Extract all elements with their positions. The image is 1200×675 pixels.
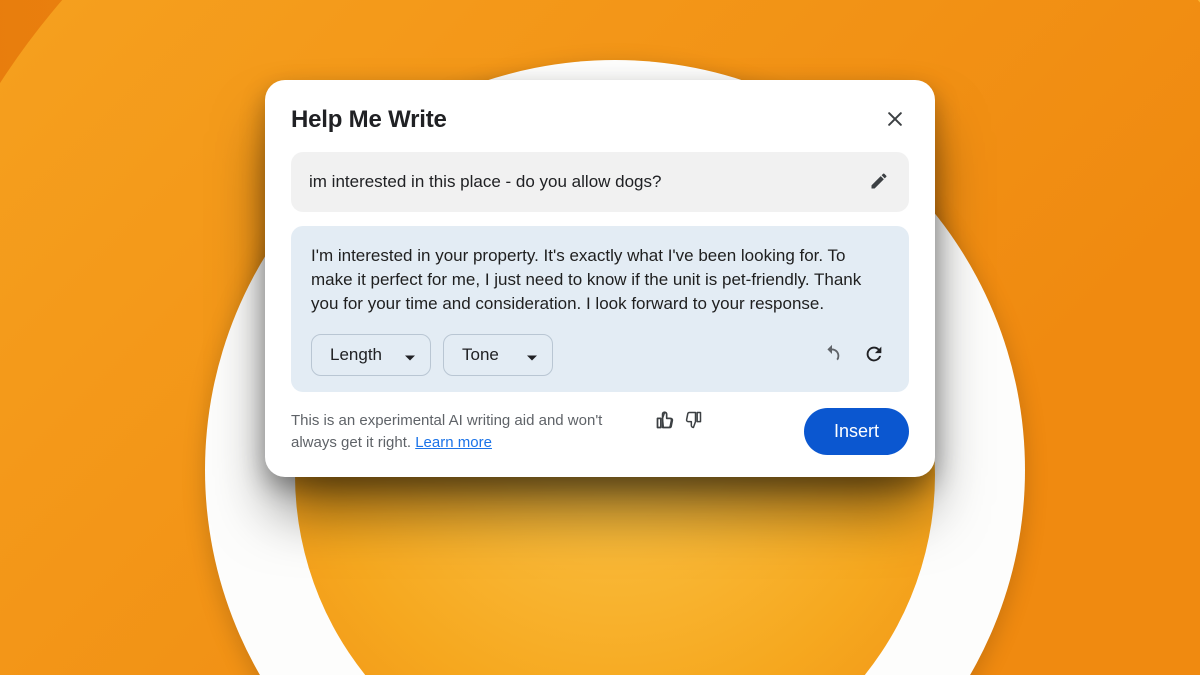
- learn-more-link[interactable]: Learn more: [415, 434, 492, 451]
- length-dropdown-label: Length: [330, 345, 382, 365]
- prompt-text: im interested in this place - do you all…: [309, 172, 853, 192]
- undo-button[interactable]: [817, 340, 847, 370]
- result-panel: I'm interested in your property. It's ex…: [291, 226, 909, 392]
- regenerate-button[interactable]: [859, 340, 889, 370]
- dialog-title: Help Me Write: [291, 106, 447, 134]
- thumbs-up-button[interactable]: [653, 408, 677, 435]
- close-button[interactable]: [881, 106, 909, 134]
- close-icon: [885, 109, 905, 132]
- refresh-icon: [863, 343, 885, 368]
- help-me-write-dialog: Help Me Write im interested in this plac…: [265, 80, 935, 477]
- result-text: I'm interested in your property. It's ex…: [311, 244, 889, 316]
- caret-down-icon: [526, 349, 538, 361]
- thumbs-down-button[interactable]: [681, 408, 705, 435]
- edit-prompt-button[interactable]: [865, 168, 893, 196]
- dialog-footer: This is an experimental AI writing aid a…: [291, 408, 909, 455]
- dialog-header: Help Me Write: [291, 106, 909, 134]
- insert-button[interactable]: Insert: [804, 408, 909, 455]
- thumbs-down-icon: [683, 418, 703, 433]
- prompt-box: im interested in this place - do you all…: [291, 152, 909, 212]
- tone-dropdown[interactable]: Tone: [443, 334, 553, 376]
- tone-dropdown-label: Tone: [462, 345, 499, 365]
- feedback-group: [653, 408, 705, 435]
- stage: Help Me Write im interested in this plac…: [0, 0, 1200, 675]
- pencil-icon: [869, 171, 889, 194]
- caret-down-icon: [404, 349, 416, 361]
- thumbs-up-icon: [655, 418, 675, 433]
- length-dropdown[interactable]: Length: [311, 334, 431, 376]
- result-controls: Length Tone: [311, 334, 889, 376]
- disclaimer: This is an experimental AI writing aid a…: [291, 410, 641, 454]
- undo-icon: [821, 343, 843, 368]
